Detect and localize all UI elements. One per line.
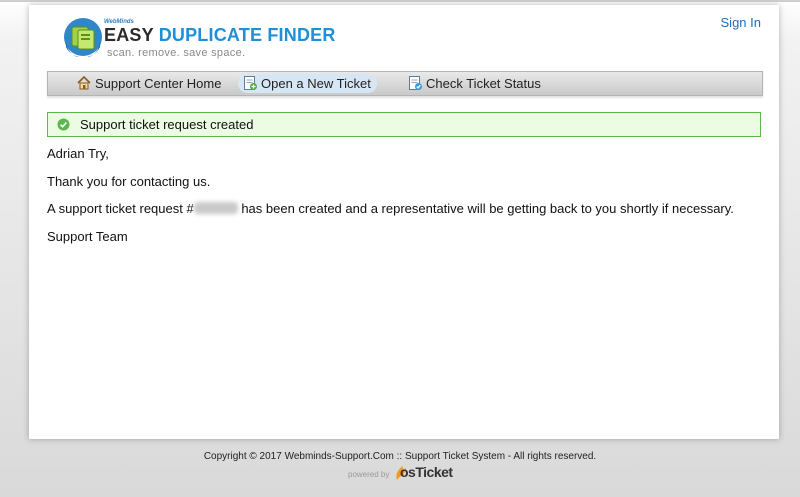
nav-item-open-new-ticket[interactable]: Open a New Ticket <box>238 74 377 93</box>
footer-copyright: Copyright © 2017 Webminds-Support.Com ::… <box>203 451 597 462</box>
brand-tagline: scan. remove. save space. <box>107 47 246 59</box>
brand-title: EASY DUPLICATE FINDER <box>104 25 336 46</box>
nav-item-check-ticket-status[interactable]: Check Ticket Status <box>403 74 547 93</box>
powered-by-label: powered by <box>348 470 390 479</box>
ticket-message: A support ticket request # has been crea… <box>47 201 734 216</box>
brand-word-easy: EASY <box>104 25 154 45</box>
ticket-message-end: has been created and a representative wi… <box>237 201 734 216</box>
signature-text: Support Team <box>47 229 128 244</box>
notice-text: Support ticket request created <box>80 117 254 132</box>
check-circle-icon <box>57 118 70 131</box>
success-notice: Support ticket request created <box>47 112 761 137</box>
nav-item-support-center-home[interactable]: Support Center Home <box>72 74 227 93</box>
page-container: WebMinds EASY DUPLICATE FINDER scan. rem… <box>29 5 779 439</box>
osticket-wordmark: osTicket <box>400 464 453 480</box>
greeting-text: Adrian Try, <box>47 146 109 161</box>
logo[interactable]: WebMinds EASY DUPLICATE FINDER scan. rem… <box>63 17 335 61</box>
ticket-message-start: A support ticket request # <box>47 201 194 216</box>
logo-icon <box>64 18 102 57</box>
ticket-status-icon <box>409 76 422 90</box>
new-ticket-icon <box>244 76 257 90</box>
sign-in-link[interactable]: Sign In <box>721 15 761 30</box>
nav-label-check-status: Check Ticket Status <box>426 76 541 91</box>
home-icon <box>77 75 91 90</box>
nav-bar: Support Center Home Open a New Ticket Ch… <box>47 71 763 96</box>
thanks-text: Thank you for contacting us. <box>47 174 211 189</box>
nav-label-home: Support Center Home <box>95 76 222 91</box>
nav-label-open-ticket: Open a New Ticket <box>261 76 371 91</box>
powered-by-osticket[interactable]: powered by osTicket <box>348 463 458 483</box>
ticket-number-redacted <box>193 202 238 214</box>
brand-word-duplicate-finder: DUPLICATE FINDER <box>158 25 336 45</box>
top-border <box>0 0 800 2</box>
